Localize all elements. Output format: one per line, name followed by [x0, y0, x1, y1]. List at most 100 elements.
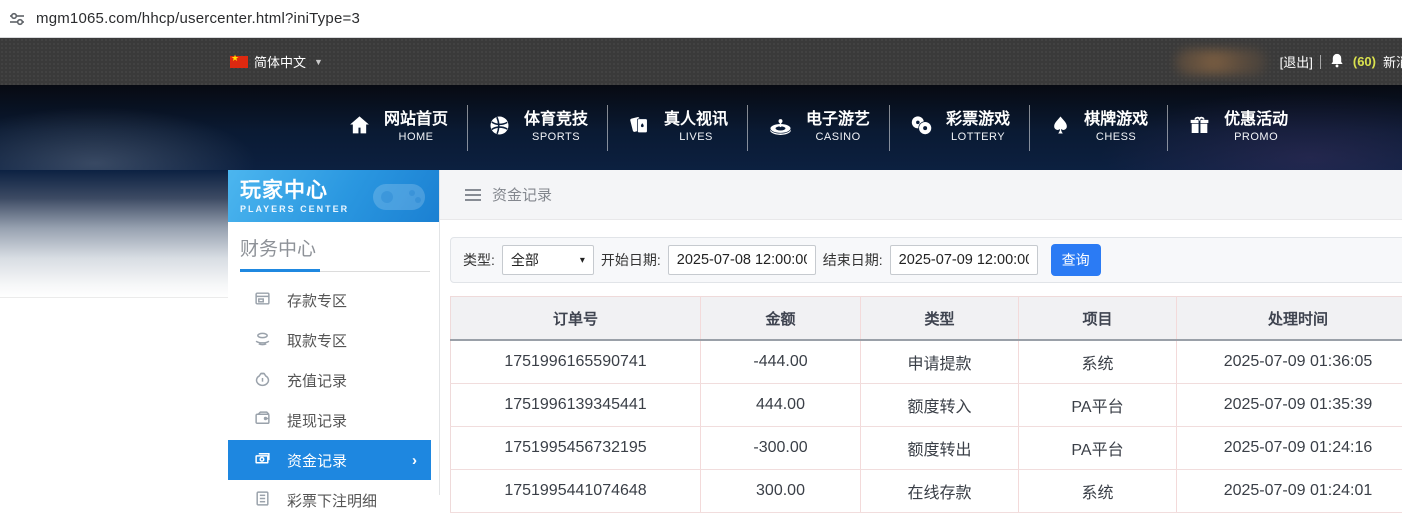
- nav-label-en: LIVES: [679, 131, 713, 145]
- end-date-label: 结束日期:: [823, 250, 883, 270]
- table-row: 1751995441074648 300.00 在线存款 系统 2025-07-…: [451, 470, 1402, 513]
- browser-address-bar[interactable]: mgm1065.com/hhcp/usercenter.html?iniType…: [0, 0, 1402, 38]
- start-date-input[interactable]: [668, 245, 816, 275]
- sidebar-header: 玩家中心 PLAYERS CENTER: [228, 170, 439, 222]
- new-message-label[interactable]: 新消息: [1383, 52, 1402, 71]
- background-fade: [0, 170, 228, 495]
- type-select[interactable]: 全部 ▾: [502, 245, 594, 275]
- sidebar-item-funds-record[interactable]: 资金记录 ›: [228, 440, 431, 480]
- nav-item-home[interactable]: 网站首页 HOME: [328, 85, 467, 170]
- sidebar-item-cashout-record[interactable]: 提现记录: [228, 400, 439, 440]
- cell-project: PA平台: [1019, 427, 1177, 470]
- divider: [1320, 55, 1321, 69]
- lottery-balls-icon: [909, 113, 934, 143]
- sidebar-item-label: 充值记录: [287, 370, 347, 391]
- sidebar-item-withdraw[interactable]: 取款专区: [228, 320, 439, 360]
- list-icon: [465, 189, 481, 201]
- chevron-right-icon: ›: [412, 452, 417, 469]
- cell-amount: -300.00: [701, 427, 861, 470]
- sidebar-item-label: 提现记录: [287, 410, 347, 431]
- home-icon: [347, 113, 372, 143]
- gamepad-icon: [367, 176, 431, 221]
- chevron-down-icon: ▾: [580, 255, 585, 266]
- sidebar-item-label: 资金记录: [287, 450, 347, 471]
- nav-item-promo[interactable]: 优惠活动 PROMO: [1168, 85, 1307, 170]
- column-header-process-time: 处理时间: [1177, 297, 1402, 341]
- nav-label-zh: 体育竞技: [524, 110, 588, 130]
- funds-record-table: 订单号 金额 类型 项目 处理时间 1751996165590741 -444.…: [450, 296, 1402, 513]
- start-date-label: 开始日期:: [601, 250, 661, 270]
- url-text[interactable]: mgm1065.com/hhcp/usercenter.html?iniType…: [36, 10, 360, 27]
- logout-link[interactable]: [退出]: [1280, 52, 1313, 71]
- search-button[interactable]: 查询: [1051, 244, 1101, 276]
- underline-accent: [240, 269, 320, 272]
- cell-project: 系统: [1019, 470, 1177, 513]
- nav-item-casino[interactable]: 电子游艺 CASINO: [748, 85, 889, 170]
- sidebar-item-label: 彩票下注明细: [287, 490, 377, 511]
- main-panel: 资金记录 类型: 全部 ▾ 开始日期: 结束日期: 查询 订单号 金额 类型: [440, 170, 1402, 495]
- cell-amount: -444.00: [701, 340, 861, 384]
- cell-order-no: 1751995456732195: [451, 427, 701, 470]
- nav-label-zh: 优惠活动: [1224, 110, 1288, 130]
- funds-record-icon: [254, 450, 271, 471]
- language-selector[interactable]: ★ 简体中文 ▼: [230, 38, 323, 85]
- bell-icon[interactable]: [1328, 51, 1346, 73]
- cell-amount: 444.00: [701, 384, 861, 427]
- withdraw-icon: [254, 330, 271, 351]
- cell-type: 额度转出: [861, 427, 1019, 470]
- cashout-record-icon: [254, 410, 271, 431]
- nav-label-en: CHESS: [1096, 131, 1136, 145]
- cell-type: 在线存款: [861, 470, 1019, 513]
- table-row: 1751996165590741 -444.00 申请提款 系统 2025-07…: [451, 340, 1402, 384]
- message-count[interactable]: (60): [1353, 54, 1376, 69]
- sidebar-menu: 存款专区 取款专区 充值记录 提现记录: [228, 280, 439, 520]
- column-header-type: 类型: [861, 297, 1019, 341]
- nav-label-en: HOME: [399, 131, 434, 145]
- nav-label-en: CASINO: [815, 131, 860, 145]
- sidebar-item-recharge-record[interactable]: 充值记录: [228, 360, 439, 400]
- nav-item-lottery[interactable]: 彩票游戏 LOTTERY: [890, 85, 1029, 170]
- table-row: 1751995456732195 -300.00 额度转出 PA平台 2025-…: [451, 427, 1402, 470]
- nav-label-zh: 电子游艺: [806, 110, 870, 130]
- chevron-down-icon: ▼: [314, 57, 323, 67]
- page-header: 资金记录: [440, 170, 1402, 220]
- cell-project: PA平台: [1019, 384, 1177, 427]
- nav-label-en: LOTTERY: [951, 131, 1005, 145]
- cell-process-time: 2025-07-09 01:36:05: [1177, 340, 1402, 384]
- nav-label-zh: 棋牌游戏: [1084, 110, 1148, 130]
- nav-label-zh: 真人视讯: [664, 110, 728, 130]
- end-date-input[interactable]: [890, 245, 1038, 275]
- nav-item-sports[interactable]: 体育竞技 SPORTS: [468, 85, 607, 170]
- nav-label-zh: 网站首页: [384, 110, 448, 130]
- cell-order-no: 1751995441074648: [451, 470, 701, 513]
- filter-bar: 类型: 全部 ▾ 开始日期: 结束日期: 查询: [450, 237, 1402, 283]
- sidebar-item-label: 存款专区: [287, 290, 347, 311]
- cell-process-time: 2025-07-09 01:24:16: [1177, 427, 1402, 470]
- main-navigation: 网站首页 HOME 体育竞技 SPORTS: [0, 85, 1402, 170]
- nav-item-chess[interactable]: 棋牌游戏 CHESS: [1030, 85, 1167, 170]
- nav-label-en: SPORTS: [532, 131, 580, 145]
- roulette-icon: [767, 113, 794, 143]
- cell-order-no: 1751996139345441: [451, 384, 701, 427]
- cell-project: 系统: [1019, 340, 1177, 384]
- section-underline: [240, 271, 430, 272]
- site-topbar: ★ 简体中文 ▼ [退出] (60) 新消息: [0, 38, 1402, 85]
- cell-process-time: 2025-07-09 01:35:39: [1177, 384, 1402, 427]
- nav-item-lives[interactable]: 真人视讯 LIVES: [608, 85, 747, 170]
- china-flag-icon: ★: [230, 56, 248, 68]
- gift-icon: [1187, 113, 1212, 143]
- sidebar-item-label: 取款专区: [287, 330, 347, 351]
- language-label: 简体中文: [254, 52, 306, 71]
- cell-process-time: 2025-07-09 01:24:01: [1177, 470, 1402, 513]
- content-area: 玩家中心 PLAYERS CENTER 财务中心 存款专区: [0, 170, 1402, 495]
- page-title: 资金记录: [492, 184, 552, 205]
- sidebar-item-deposit[interactable]: 存款专区: [228, 280, 439, 320]
- sidebar-item-lottery-bet-detail[interactable]: 彩票下注明细: [228, 480, 439, 520]
- nav-label-zh: 彩票游戏: [946, 110, 1010, 130]
- nav-label-en: PROMO: [1234, 131, 1278, 145]
- playing-cards-icon: [627, 113, 652, 143]
- site-permissions-icon[interactable]: [8, 10, 26, 28]
- section-title: 财务中心: [240, 234, 439, 261]
- deposit-icon: [254, 290, 271, 311]
- lottery-bet-detail-icon: [254, 490, 271, 511]
